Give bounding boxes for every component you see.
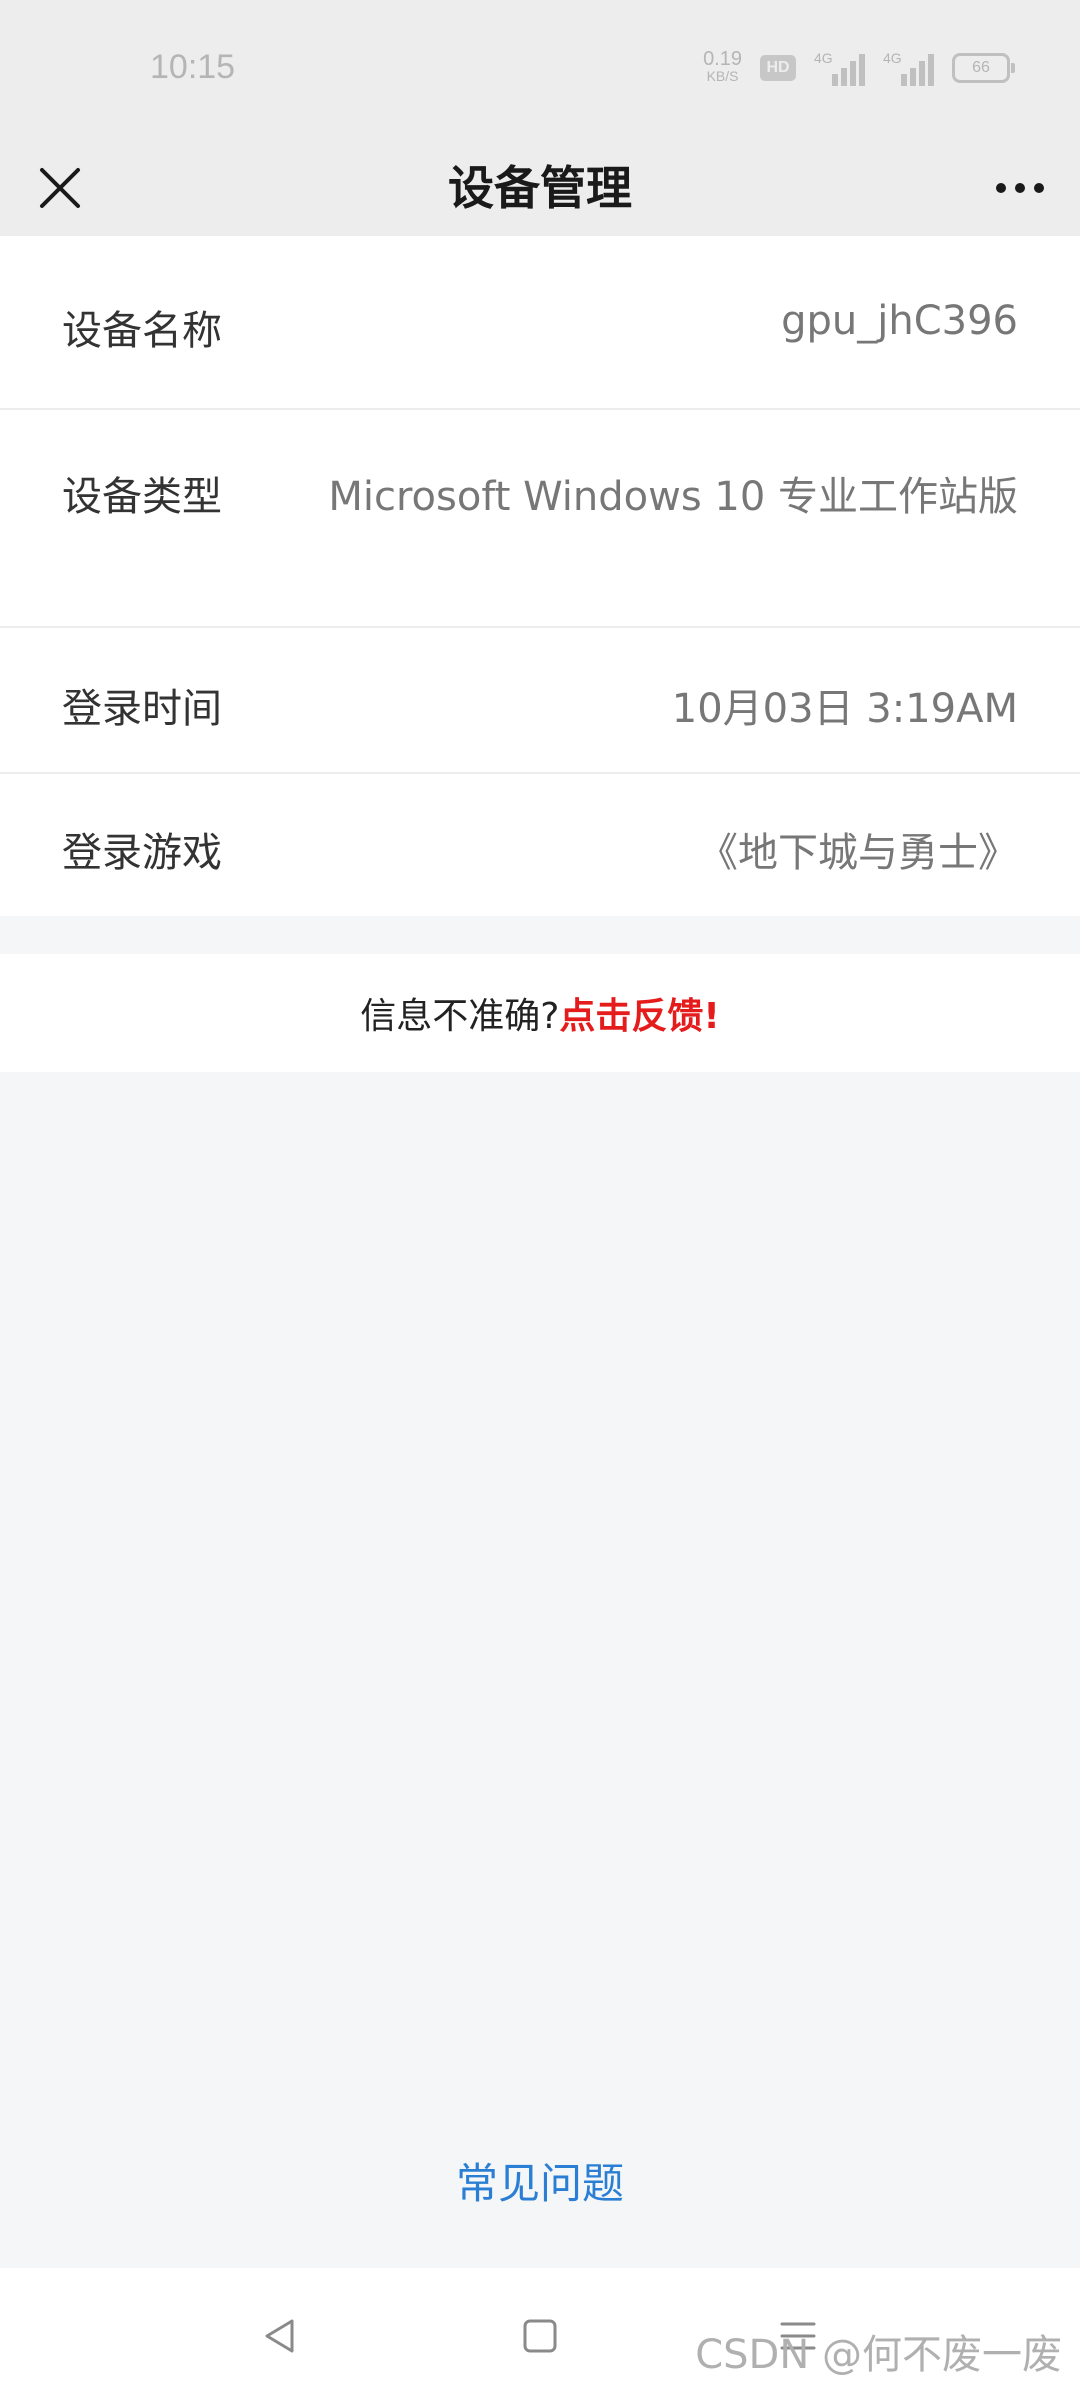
network-speed-indicator: 0.19 KB/S [703,48,742,85]
back-button[interactable] [252,2308,308,2364]
back-triangle-icon [265,2319,294,2353]
device-type-row: 设备类型 Microsoft Windows 10 专业工作站版 [0,410,1080,628]
signal-bar [832,74,838,86]
signal-bar [928,54,934,86]
signal-strength-icon: 4G [883,50,934,86]
device-type-value: Microsoft Windows 10 专业工作站版 [328,474,1018,520]
login-time-row: 登录时间 10月03日 3:19AM [0,628,1080,774]
more-options-button[interactable] [980,150,1060,226]
signal-bar [841,68,847,86]
network-speed-unit: KB/S [706,68,739,84]
signal-bar [919,61,925,86]
login-game-label: 登录游戏 [62,830,222,876]
signal-type-label: 4G [883,50,902,66]
signal-bar [859,54,865,86]
signal-bar [850,61,856,86]
faq-link[interactable]: 常见问题 [0,2150,1080,2210]
more-icon [1034,183,1044,193]
device-type-label: 设备类型 [62,474,222,520]
battery-level: 66 [972,59,990,76]
home-button[interactable] [512,2308,568,2364]
network-speed-value: 0.19 [703,48,742,70]
nav-bar: 设备管理 [0,140,1080,236]
hd-voice-icon: HD [760,55,796,81]
login-game-row: 登录游戏 《地下城与勇士》 [0,774,1080,916]
login-time-value: 10月03日 3:19AM [671,686,1018,732]
more-icon [996,183,1006,193]
home-square-icon [523,2319,557,2353]
battery-icon: 66 [952,53,1015,83]
feedback-link[interactable]: 点击反馈! [559,987,719,1039]
more-icon [1015,183,1025,193]
page-title: 设备管理 [448,161,632,215]
status-time: 10:15 [150,48,236,86]
status-bar: 10:15 0.19 KB/S HD 4G 4G 66 [0,0,1080,140]
signal-bar [901,74,907,86]
feedback-bar: 信息不准确? 点击反馈! [0,954,1080,1072]
signal-strength-icon: 4G [814,50,865,86]
feedback-question: 信息不准确? [360,996,560,1037]
device-info-list: 设备名称 gpu_jhC396 设备类型 Microsoft Windows 1… [0,236,1080,916]
device-name-row: 设备名称 gpu_jhC396 [0,236,1080,410]
device-name-label: 设备名称 [62,308,222,354]
status-icons: 0.19 KB/S HD 4G 4G 66 [703,48,1015,88]
signal-type-label: 4G [814,50,833,66]
signal-bar [910,68,916,86]
login-game-value: 《地下城与勇士》 [698,830,1018,876]
watermark: CSDN @何不废一废 [695,2332,1062,2378]
device-name-value: gpu_jhC396 [781,298,1018,344]
login-time-label: 登录时间 [62,686,222,732]
